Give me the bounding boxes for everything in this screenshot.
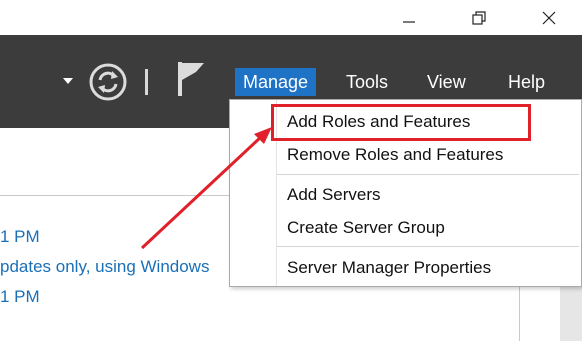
content-divider [0,195,230,196]
menu-item-create-server-group[interactable]: Create Server Group [287,218,445,238]
windows-update-link[interactable]: pdates only, using Windows [0,257,209,277]
menu-item-add-servers[interactable]: Add Servers [287,185,381,205]
scrollbar[interactable] [560,285,582,341]
menu-separator [277,174,579,175]
manage-dropdown-menu: Add Roles and Features Remove Roles and … [229,99,582,287]
menu-separator [277,246,579,247]
minimize-button[interactable] [386,0,432,35]
last-checked-link[interactable]: 1 PM [0,287,40,307]
navigation-dropdown-icon[interactable] [63,78,73,84]
menu-manage[interactable]: Manage [235,68,317,96]
close-button[interactable] [526,0,572,35]
refresh-icon[interactable] [88,62,128,102]
highlight-box [271,104,531,141]
flag-icon[interactable] [174,60,206,98]
restore-icon [472,10,486,25]
menu-item-remove-roles-and-features[interactable]: Remove Roles and Features [287,145,503,165]
menu-view[interactable]: View [419,68,474,96]
update-time-link[interactable]: 1 PM [0,227,40,247]
menu-item-server-manager-properties[interactable]: Server Manager Properties [287,258,491,278]
restore-button[interactable] [456,0,502,35]
title-bar [0,0,582,35]
menu-help[interactable]: Help [500,68,553,96]
minimize-icon [403,20,415,23]
toolbar-separator [145,69,148,95]
close-icon [542,11,556,24]
menu-tools[interactable]: Tools [338,68,396,96]
